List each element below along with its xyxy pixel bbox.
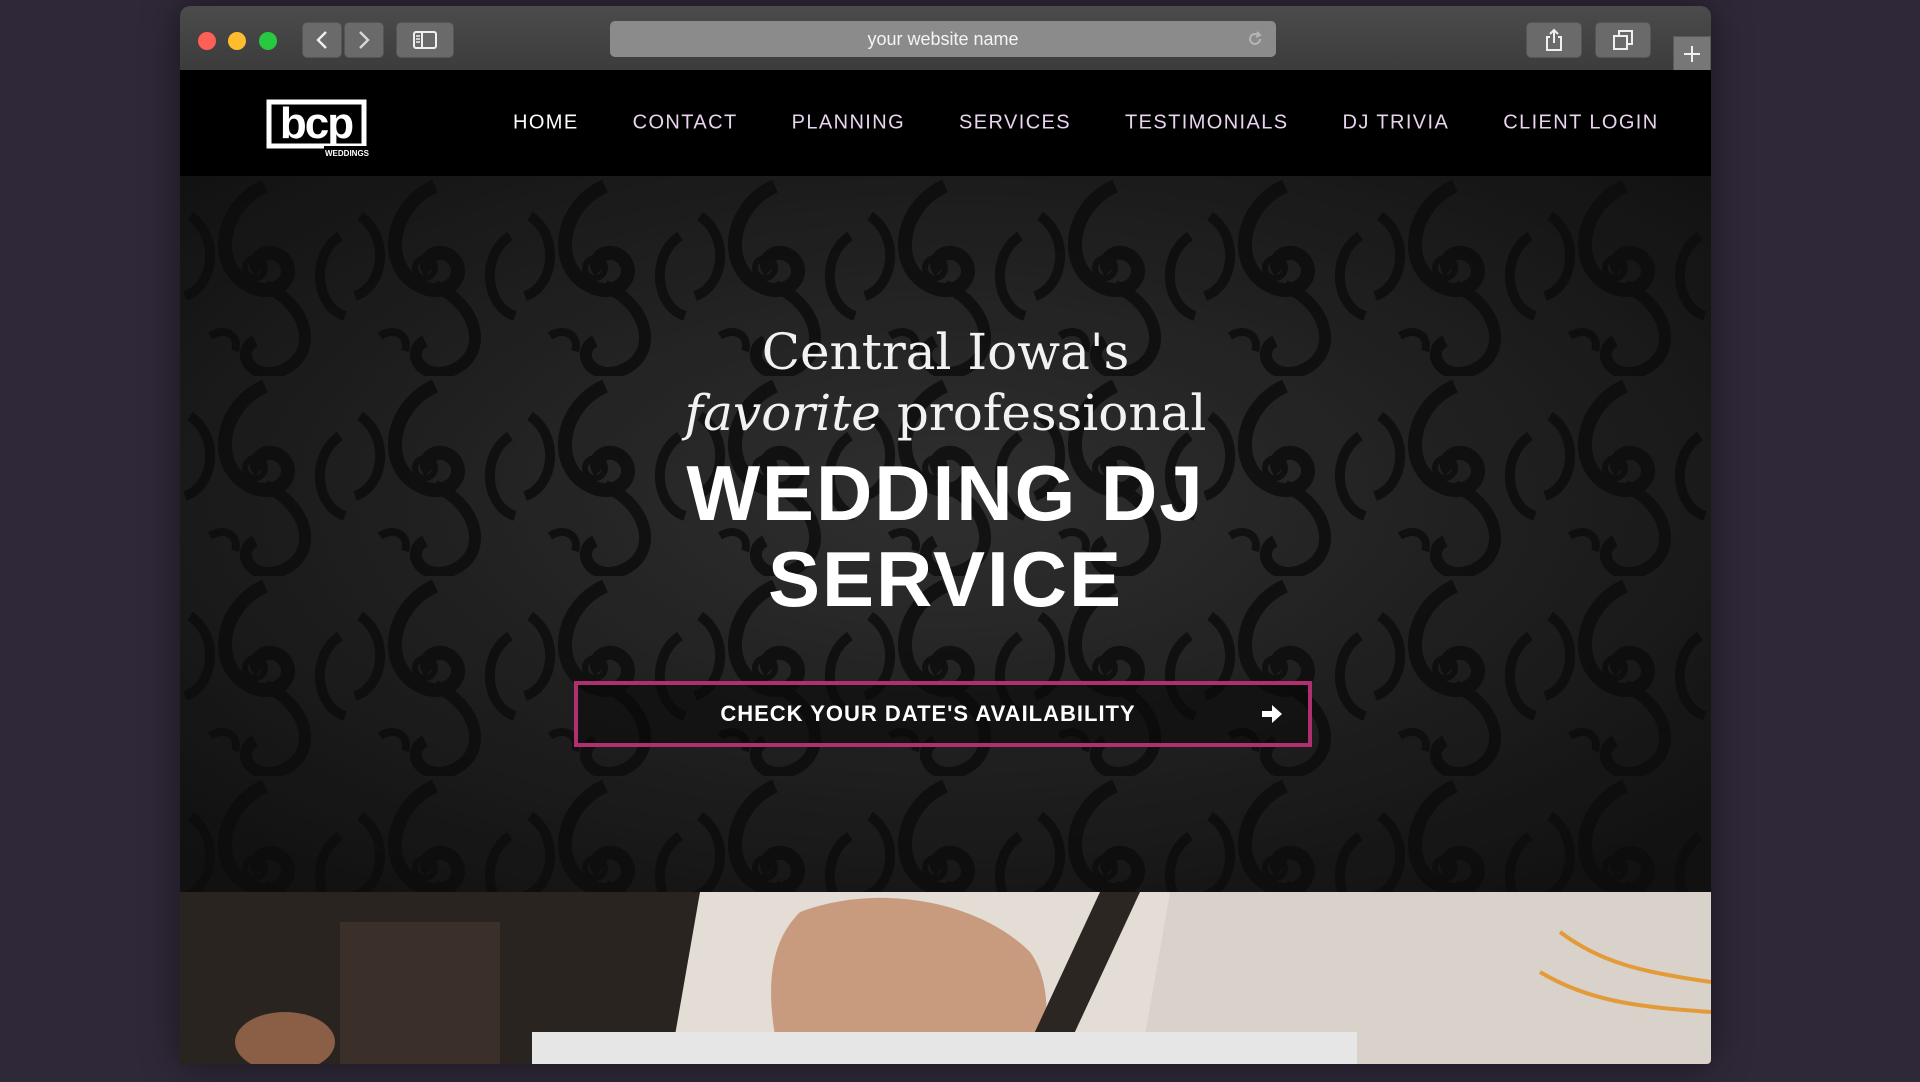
share-button[interactable]: [1526, 22, 1582, 58]
nav-client-login[interactable]: CLIENT LOGIN: [1503, 112, 1658, 135]
nav-planning[interactable]: PLANNING: [792, 112, 905, 135]
show-tabs-button[interactable]: [1595, 22, 1651, 58]
arrow-right-icon: [1262, 705, 1282, 723]
new-tab-button[interactable]: [1673, 36, 1711, 72]
check-availability-button[interactable]: CHECK YOUR DATE'S AVAILABILITY: [574, 681, 1312, 747]
zoom-window-button[interactable]: [259, 32, 277, 50]
headline-line-2: favorite professional: [685, 384, 1207, 442]
close-window-button[interactable]: [198, 32, 216, 50]
sidebar-button[interactable]: [396, 22, 454, 58]
sidebar-icon: [413, 31, 437, 49]
logo-text: bcp: [280, 99, 353, 148]
site-header: bcp WEDDINGS HOME CONTACT PLANNING SERVI…: [180, 70, 1711, 176]
share-icon: [1546, 28, 1562, 51]
headline-line-3: WEDDING DJ: [686, 449, 1205, 537]
main-navigation: HOME CONTACT PLANNING SERVICES TESTIMONI…: [513, 112, 1711, 146]
nav-services[interactable]: SERVICES: [959, 112, 1071, 135]
site-logo[interactable]: bcp WEDDINGS: [266, 88, 370, 165]
content-card: [532, 1032, 1357, 1064]
hero-headline: Central Iowa's favorite professional WED…: [180, 322, 1711, 622]
forward-button[interactable]: [344, 22, 384, 58]
back-button[interactable]: [302, 22, 342, 58]
headline-line-2-rest: professional: [896, 384, 1207, 442]
reload-icon[interactable]: [1246, 30, 1264, 48]
nav-home[interactable]: HOME: [513, 112, 579, 135]
minimize-window-button[interactable]: [228, 32, 246, 50]
forward-icon: [359, 31, 370, 49]
headline-italic: favorite: [684, 384, 881, 442]
headline-line-1: Central Iowa's: [761, 323, 1130, 381]
hero-section: Central Iowa's favorite professional WED…: [180, 176, 1711, 892]
nav-testimonials[interactable]: TESTIMONIALS: [1125, 112, 1289, 135]
nav-contact[interactable]: CONTACT: [633, 112, 738, 135]
nav-dj-trivia[interactable]: DJ TRIVIA: [1343, 112, 1450, 135]
back-icon: [316, 31, 327, 49]
logo-subtext: WEDDINGS: [325, 149, 370, 158]
tabs-icon: [1613, 30, 1633, 50]
address-text: your website name: [867, 28, 1019, 49]
browser-toolbar: your website name: [180, 6, 1711, 72]
browser-window: your website name bcp WEDDINGS HOME CONT…: [180, 6, 1711, 1064]
address-bar[interactable]: your website name: [610, 21, 1276, 57]
cta-label: CHECK YOUR DATE'S AVAILABILITY: [720, 701, 1136, 726]
new-tab-icon: [1684, 46, 1700, 62]
headline-line-4: SERVICE: [767, 535, 1124, 623]
couple-photo: [180, 892, 1711, 1064]
